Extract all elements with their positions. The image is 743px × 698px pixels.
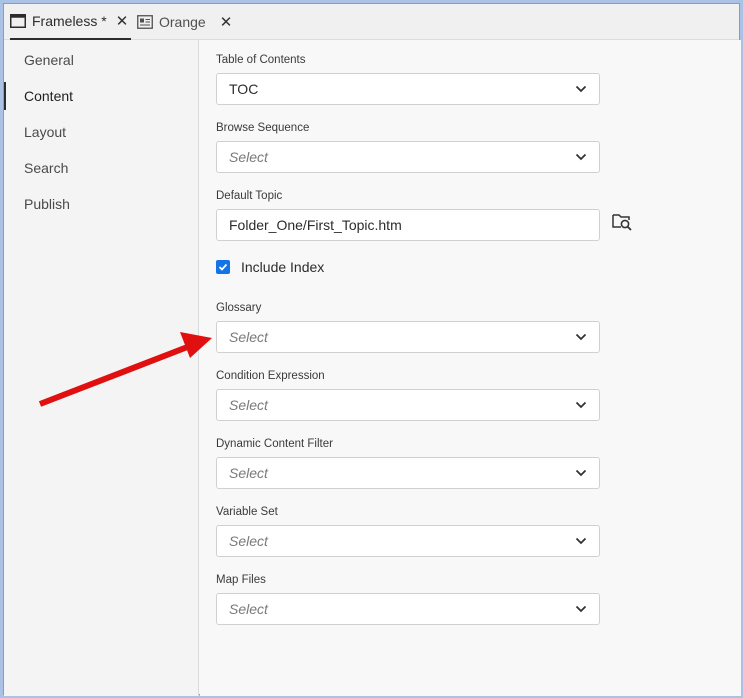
default-topic-label: Default Topic xyxy=(216,190,283,202)
sidebar-item-layout[interactable]: Layout xyxy=(4,116,199,148)
checkmark-icon xyxy=(218,263,228,271)
variable-set-label: Variable Set xyxy=(216,506,278,518)
close-icon[interactable]: ✕ xyxy=(116,14,129,29)
glossary-label: Glossary xyxy=(216,302,262,314)
tab-orange[interactable]: Orange ✕ xyxy=(137,4,247,40)
content-panel: Table of Contents TOC Browse Sequence Se… xyxy=(200,40,741,696)
chevron-down-icon xyxy=(575,469,587,477)
map-files-label: Map Files xyxy=(216,574,266,586)
chevron-down-icon xyxy=(575,401,587,409)
dynamic-content-filter-select[interactable]: Select xyxy=(216,457,600,489)
toc-select[interactable]: TOC xyxy=(216,73,600,105)
browse-sequence-label: Browse Sequence xyxy=(216,122,310,134)
tab-frameless[interactable]: Frameless * ✕ xyxy=(10,4,131,40)
chevron-down-icon xyxy=(575,333,587,341)
browse-folder-icon[interactable] xyxy=(612,211,632,231)
chevron-down-icon xyxy=(575,153,587,161)
condition-expression-label: Condition Expression xyxy=(216,370,325,382)
dynamic-content-filter-label: Dynamic Content Filter xyxy=(216,438,333,450)
toc-value: TOC xyxy=(229,81,259,97)
skin-icon xyxy=(137,15,153,29)
tab-label: Frameless * xyxy=(32,13,107,29)
glossary-select[interactable]: Select xyxy=(216,321,600,353)
chevron-down-icon xyxy=(575,537,587,545)
sidebar-item-search[interactable]: Search xyxy=(4,152,199,184)
sidebar-item-content[interactable]: Content xyxy=(4,80,199,112)
close-icon[interactable]: ✕ xyxy=(220,15,233,30)
default-topic-input[interactable]: Folder_One/First_Topic.htm xyxy=(216,209,600,241)
tab-label: Orange xyxy=(159,14,206,30)
glossary-placeholder: Select xyxy=(229,329,268,345)
map-files-select[interactable]: Select xyxy=(216,593,600,625)
include-index-checkbox[interactable] xyxy=(216,260,230,274)
map-files-placeholder: Select xyxy=(229,601,268,617)
sidebar-item-publish[interactable]: Publish xyxy=(4,188,199,220)
include-index-label: Include Index xyxy=(241,259,325,275)
tab-bar: Frameless * ✕ Orange ✕ xyxy=(4,4,739,40)
chevron-down-icon xyxy=(575,605,587,613)
window-frame: Frameless * ✕ Orange ✕ General Content L… xyxy=(3,3,741,696)
condition-expression-placeholder: Select xyxy=(229,397,268,413)
toc-label: Table of Contents xyxy=(216,54,306,66)
chevron-down-icon xyxy=(575,85,587,93)
window-icon xyxy=(10,14,26,28)
browse-sequence-placeholder: Select xyxy=(229,149,268,165)
include-index-row[interactable]: Include Index xyxy=(216,259,324,275)
variable-set-select[interactable]: Select xyxy=(216,525,600,557)
browse-sequence-select[interactable]: Select xyxy=(216,141,600,173)
sidebar: General Content Layout Search Publish xyxy=(4,40,199,696)
sidebar-item-general[interactable]: General xyxy=(4,44,199,76)
condition-expression-select[interactable]: Select xyxy=(216,389,600,421)
dynamic-content-filter-placeholder: Select xyxy=(229,465,268,481)
variable-set-placeholder: Select xyxy=(229,533,268,549)
